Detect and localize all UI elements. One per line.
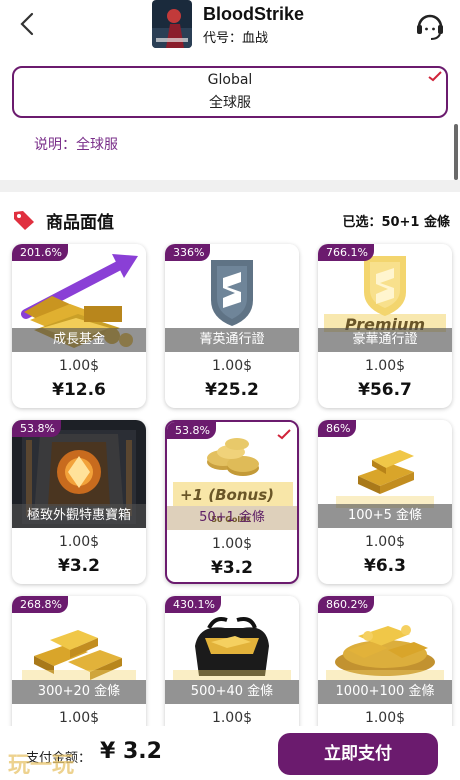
svg-text:+1 (Bonus): +1 (Bonus) xyxy=(180,486,274,504)
product-amount: 1.00$ xyxy=(211,710,253,726)
product-amount: 1.00$ xyxy=(211,536,253,552)
server-note: 说明：全球服 xyxy=(34,137,118,153)
check-icon xyxy=(277,429,291,440)
product-label: 1000+100 金條 xyxy=(318,680,452,704)
product-card-selected[interactable]: +1 (Bonus) 50 Golds 53.8% 50+1 金條 1.00$ … xyxy=(165,420,299,584)
bonus-badge: 53.8% xyxy=(12,420,61,437)
game-code: 代号：血战 xyxy=(203,31,269,46)
product-amount: 1.00$ xyxy=(364,710,406,726)
bonus-badge: 53.8% xyxy=(167,422,216,439)
product-amount: 1.00$ xyxy=(211,358,253,374)
product-label: 極致外觀特惠寶箱 xyxy=(12,504,146,528)
section-divider xyxy=(0,180,460,192)
product-card[interactable]: 201.6% 成長基金 1.00$ ¥12.6 xyxy=(12,244,146,408)
product-price: ¥12.6 xyxy=(52,380,106,400)
pay-now-button[interactable]: 立即支付 xyxy=(278,733,438,775)
product-card[interactable]: 53.8% 極致外觀特惠寶箱 1.00$ ¥3.2 xyxy=(12,420,146,584)
price-tag-icon xyxy=(14,211,34,230)
product-label: 菁英通行證 xyxy=(165,328,299,352)
product-label: 300+20 金條 xyxy=(12,680,146,704)
product-card[interactable]: Premium 766.1% 豪華通行證 1.00$ ¥56.7 xyxy=(318,244,452,408)
check-icon xyxy=(428,71,442,82)
game-icon xyxy=(152,0,192,48)
product-card[interactable]: 336% 菁英通行證 1.00$ ¥25.2 xyxy=(165,244,299,408)
product-amount: 1.00$ xyxy=(364,358,406,374)
product-label: 豪華通行證 xyxy=(318,328,452,352)
bonus-badge: 766.1% xyxy=(318,244,374,261)
product-price: ¥25.2 xyxy=(205,380,259,400)
watermark-logo: 玩一玩 xyxy=(8,753,74,778)
product-label: 50+1 金條 xyxy=(167,506,297,530)
product-price: ¥6.3 xyxy=(364,556,406,576)
server-option-global[interactable]: Global 全球服 xyxy=(12,66,448,118)
product-card[interactable]: 86% 100+5 金條 1.00$ ¥6.3 xyxy=(318,420,452,584)
bonus-badge: 430.1% xyxy=(165,596,221,613)
product-price: ¥3.2 xyxy=(58,556,100,576)
product-price: ¥3.2 xyxy=(211,558,253,578)
headset-icon[interactable] xyxy=(414,10,446,42)
bonus-badge: 268.8% xyxy=(12,596,68,613)
bonus-badge: 336% xyxy=(165,244,211,261)
product-amount: 1.00$ xyxy=(58,358,100,374)
product-amount: 1.00$ xyxy=(58,534,100,550)
top-bar: BloodStrike 代号：血战 xyxy=(0,0,460,54)
svg-text:玩一玩: 玩一玩 xyxy=(8,753,74,778)
bonus-badge: 860.2% xyxy=(318,596,374,613)
product-section-header: 商品面值 已选：50+1 金條 xyxy=(0,200,460,236)
product-label: 成長基金 xyxy=(12,328,146,352)
bonus-badge: 86% xyxy=(318,420,357,437)
server-subname: 全球服 xyxy=(209,95,251,111)
product-amount: 1.00$ xyxy=(364,534,406,550)
game-title: BloodStrike xyxy=(203,4,305,24)
product-price: ¥56.7 xyxy=(358,380,412,400)
scrollbar[interactable] xyxy=(454,124,458,180)
chevron-left-icon[interactable] xyxy=(16,10,38,38)
product-label: 500+40 金條 xyxy=(165,680,299,704)
selected-summary: 已选：50+1 金條 xyxy=(342,215,450,230)
bonus-badge: 201.6% xyxy=(12,244,68,261)
product-label: 100+5 金條 xyxy=(318,504,452,528)
section-title: 商品面值 xyxy=(46,213,114,233)
server-name: Global xyxy=(207,72,253,88)
product-amount: 1.00$ xyxy=(58,710,100,726)
